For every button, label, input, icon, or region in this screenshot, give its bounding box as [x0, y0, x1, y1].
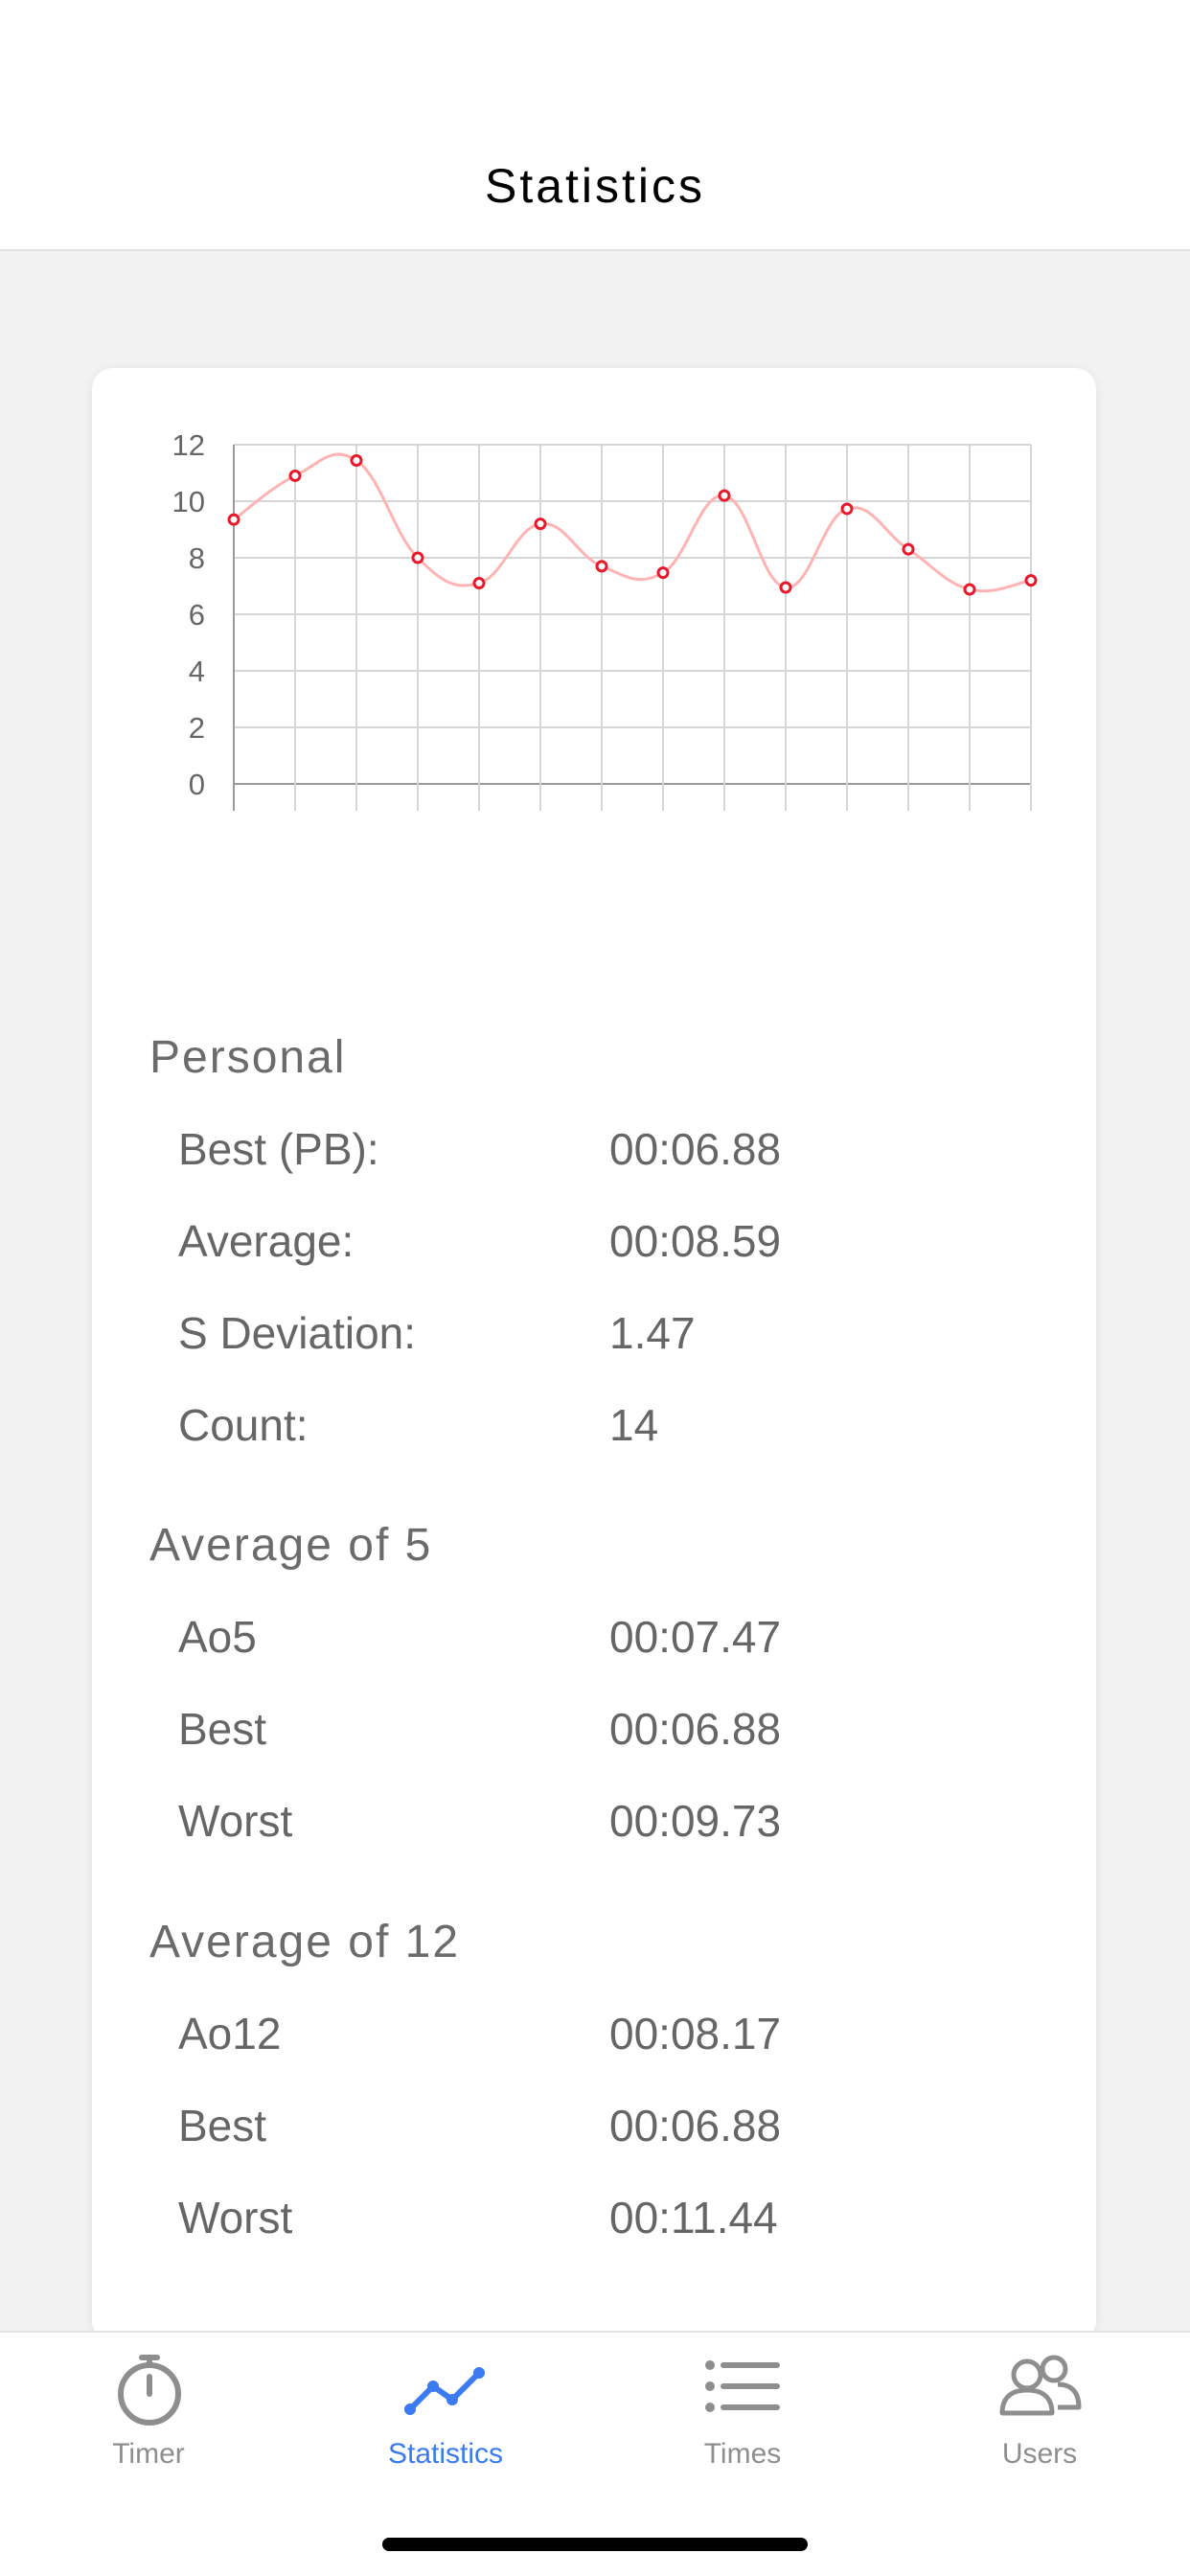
stat-label-ao12-best: Best	[178, 2101, 267, 2150]
users-icon	[999, 2355, 1082, 2416]
page-title: Statistics	[484, 159, 706, 213]
stat-value-count: 14	[609, 1400, 659, 1450]
stat-label-std-deviation: S Deviation:	[178, 1308, 417, 1358]
data-point	[411, 551, 424, 564]
data-point	[534, 518, 547, 531]
tab-label-statistics: Statistics	[387, 2438, 504, 2470]
stat-label-ao5-worst: Worst	[178, 1796, 293, 1846]
times-line-chart: 0 2 4 6 8 10 12	[172, 428, 1038, 811]
stat-label-ao5: Ao5	[178, 1612, 257, 1662]
data-point	[963, 583, 976, 596]
stat-value-ao5-worst: 00:09.73	[609, 1796, 782, 1846]
tab-label-timer: Timer	[112, 2438, 185, 2470]
home-indicator	[382, 2538, 808, 2551]
line-chart-icon	[404, 2367, 485, 2415]
section-title-personal: Personal	[149, 1032, 347, 1083]
statistics-card: 0 2 4 6 8 10 12 Personal Best (PB): 00:06.88 A…	[92, 368, 1096, 2331]
data-point	[288, 469, 302, 482]
stat-value-std-deviation: 1.47	[609, 1308, 696, 1358]
y-tick-label: 12	[172, 428, 205, 462]
tab-users[interactable]: Users	[891, 2333, 1188, 2515]
data-point	[656, 566, 670, 580]
tab-timer[interactable]: Timer	[0, 2333, 297, 2515]
stat-label-ao12: Ao12	[178, 2009, 282, 2058]
statistics-scroll-view[interactable]: 0 2 4 6 8 10 12 Personal Best (PB): 00:06.88 A…	[0, 253, 1190, 2331]
tab-label-times: Times	[703, 2438, 782, 2470]
y-tick-label: 2	[189, 711, 205, 745]
series-line	[233, 452, 1032, 593]
stat-value-ao12: 00:08.17	[609, 2009, 782, 2058]
section-title-ao5: Average of 5	[149, 1520, 433, 1571]
list-icon	[705, 2360, 780, 2412]
tab-statistics[interactable]: Statistics	[297, 2333, 594, 2515]
stopwatch-icon	[118, 2355, 181, 2426]
data-point	[840, 502, 854, 516]
data-point	[718, 489, 731, 502]
data-point	[902, 542, 915, 556]
data-point	[779, 581, 792, 594]
stat-value-ao12-worst: 00:11.44	[609, 2193, 778, 2242]
y-tick-label: 0	[189, 768, 205, 801]
stat-label-average: Average:	[178, 1216, 355, 1266]
stat-value-ao12-best: 00:06.88	[609, 2101, 782, 2150]
y-tick-label: 4	[189, 655, 205, 688]
stat-label-count: Count:	[178, 1400, 309, 1450]
y-tick-label: 10	[172, 485, 205, 518]
tab-times[interactable]: Times	[594, 2333, 891, 2515]
stat-value-ao5-best: 00:06.88	[609, 1704, 782, 1754]
data-point	[1024, 574, 1038, 587]
stat-value-best-pb: 00:06.88	[609, 1124, 782, 1174]
data-point	[227, 513, 240, 526]
tab-label-users: Users	[1001, 2438, 1078, 2470]
stat-value-average: 00:08.59	[609, 1216, 782, 1266]
data-point	[472, 577, 486, 590]
header-bar: Statistics	[0, 0, 1190, 251]
stat-value-ao5: 00:07.47	[609, 1612, 782, 1662]
stat-label-best-pb: Best (PB):	[178, 1124, 379, 1174]
y-tick-label: 6	[189, 598, 205, 632]
stat-label-ao12-worst: Worst	[178, 2193, 293, 2242]
section-title-ao12: Average of 12	[149, 1917, 461, 1967]
y-tick-label: 8	[189, 541, 205, 575]
data-point	[350, 454, 363, 468]
stat-label-ao5-best: Best	[178, 1704, 267, 1754]
data-point	[595, 560, 608, 573]
